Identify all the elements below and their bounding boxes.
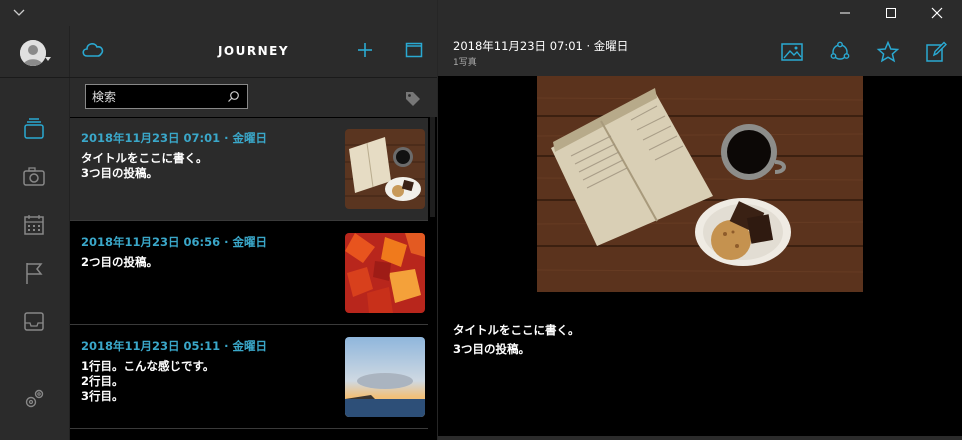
photo-count: 1写真	[453, 58, 477, 68]
add-entry-icon[interactable]	[355, 40, 375, 60]
maximize-icon	[886, 8, 896, 18]
journal-stack-icon[interactable]	[21, 116, 47, 142]
list-header: JOURNEY	[70, 26, 437, 77]
entry-detail-pane: 2018年11月23日 07:01 · 金曜日 1写真 タイトルをここに書く。 …	[438, 26, 962, 440]
detail-datetime: 2018年11月23日 07:01 · 金曜日	[453, 39, 629, 53]
minimize-button[interactable]	[822, 0, 868, 26]
entry-item[interactable]: 2018年11月23日 07:01 · 金曜日 タイトルをここに書く。 3つ目の…	[70, 118, 428, 221]
close-button[interactable]	[914, 0, 960, 26]
avatar-caret-icon[interactable]	[45, 57, 51, 61]
entry-item[interactable]: 2018年11月23日 05:11 · 金曜日 1行目。こんな感じです。 2行目…	[70, 326, 428, 429]
search-box[interactable]	[85, 84, 248, 109]
detail-body-line: 3つ目の投稿。	[453, 342, 531, 356]
star-icon[interactable]	[876, 40, 900, 64]
close-icon	[931, 7, 943, 19]
chevron-down-icon[interactable]	[12, 6, 26, 18]
entry-line: 2行目。	[81, 374, 124, 388]
search-row	[70, 77, 437, 117]
entry-thumbnail-book-coffee	[345, 129, 425, 209]
calendar-icon[interactable]	[21, 212, 47, 238]
entry-date: 2018年11月23日 05:11 · 金曜日	[81, 339, 267, 353]
entry-line: 3行目。	[81, 389, 124, 403]
gear-icon[interactable]	[21, 386, 47, 412]
detail-header: 2018年11月23日 07:01 · 金曜日 1写真	[438, 26, 962, 76]
user-avatar-icon[interactable]	[20, 40, 46, 66]
entry-list-pane: JOURNEY 検索 2018年11月23日 07:01 · 金曜日 タイトルを…	[70, 26, 437, 440]
minimize-icon	[840, 12, 850, 14]
entry-line: タイトルをここに書く。	[81, 151, 208, 165]
tag-icon[interactable]	[405, 91, 421, 107]
search-icon[interactable]	[227, 90, 240, 103]
share-icon[interactable]	[828, 40, 852, 64]
flag-icon[interactable]	[21, 260, 47, 286]
image-icon[interactable]	[780, 40, 804, 64]
search-input[interactable]	[92, 88, 222, 106]
detail-body-line: タイトルをここに書く。	[453, 323, 580, 337]
inbox-tray-icon[interactable]	[21, 308, 47, 334]
entry-line: 3つ目の投稿。	[81, 166, 159, 180]
sidebar-divider	[0, 77, 70, 78]
detail-bottom-strip	[438, 436, 962, 440]
entry-date: 2018年11月23日 06:56 · 金曜日	[81, 235, 267, 249]
sidebar	[0, 26, 70, 440]
entry-date: 2018年11月23日 07:01 · 金曜日	[81, 131, 267, 145]
camera-icon[interactable]	[21, 164, 47, 190]
entry-photo[interactable]	[537, 76, 863, 292]
list-scrollbar[interactable]	[430, 117, 435, 217]
edit-icon[interactable]	[924, 40, 948, 64]
entry-thumbnail-autumn-leaves	[345, 233, 425, 313]
window-mode-icon[interactable]	[404, 40, 424, 60]
title-bar-left	[0, 0, 437, 26]
entry-line: 2つ目の投稿。	[81, 255, 159, 269]
app-title: JOURNEY	[217, 44, 290, 58]
journey-app: JOURNEY 検索 2018年11月23日 07:01 · 金曜日 タイトルを…	[0, 0, 962, 440]
title-bar-right	[438, 0, 962, 26]
entry-item[interactable]: 2018年11月23日 06:56 · 金曜日 2つ目の投稿。	[70, 222, 428, 325]
entry-thumbnail-sunset-sea	[345, 337, 425, 417]
maximize-button[interactable]	[868, 0, 914, 26]
entry-line: 1行目。こんな感じです。	[81, 359, 215, 373]
